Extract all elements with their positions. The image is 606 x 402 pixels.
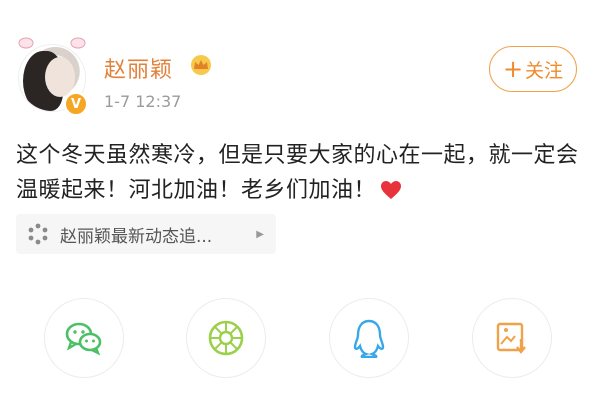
link-card-label: 赵丽颖最新动态追... [60,226,213,247]
plus-icon: + [502,55,524,83]
share-wechat-button[interactable] [44,298,124,378]
chevron-right-icon: ▶ [256,228,264,240]
post-text: 这个冬天虽然寒冷，但是只要大家的心在一起，就一定会温暖起来！河北加油！老乡们加油… [16,143,579,203]
link-card[interactable]: 赵丽颖最新动态追... ▶ [16,214,276,254]
save-image-icon [496,322,526,354]
post-body: 这个冬天虽然寒冷，但是只要大家的心在一起，就一定会温暖起来！河北加油！老乡们加油… [16,138,586,208]
verified-badge: V [64,92,88,116]
moments-icon [208,320,244,356]
post-timestamp: 1-7 12:37 [104,92,182,111]
crown-icon [191,55,211,75]
share-moments-button[interactable] [186,298,266,378]
username[interactable]: 赵丽颖 [104,52,173,84]
follow-button[interactable]: + 关注 [489,46,577,92]
qq-icon [353,319,385,358]
share-qq-button[interactable] [329,298,409,378]
avatar[interactable]: V [12,34,92,118]
weibo-dots-icon [28,223,48,245]
heart-icon [381,181,402,199]
follow-label: 关注 [525,59,564,82]
wechat-icon [65,322,102,356]
share-save-image-button[interactable] [472,298,552,378]
